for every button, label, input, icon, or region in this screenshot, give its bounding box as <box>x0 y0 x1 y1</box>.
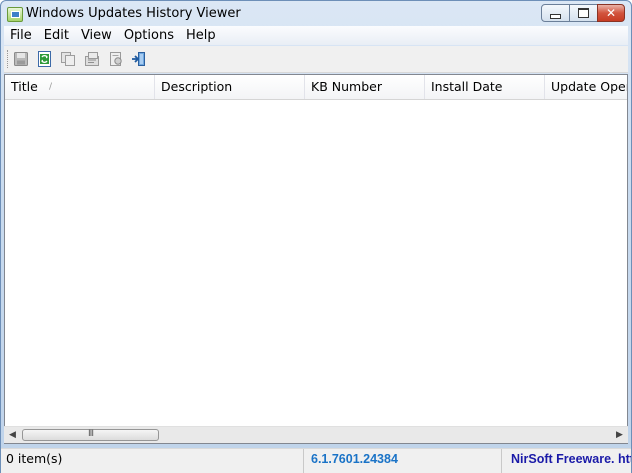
menu-help[interactable]: Help <box>180 26 222 45</box>
column-install-date-label: Install Date <box>431 79 503 94</box>
window-title: Windows Updates History Viewer <box>26 6 241 21</box>
status-bar: 0 item(s) 6.1.7601.24384 NirSoft Freewar… <box>1 448 631 473</box>
app-icon[interactable] <box>7 7 23 22</box>
toolbar <box>4 46 628 73</box>
menu-file[interactable]: File <box>4 26 38 45</box>
column-header-title[interactable]: Title / <box>5 75 155 99</box>
refresh-button[interactable] <box>37 51 53 67</box>
column-header-update-operation[interactable]: Update Operation <box>545 75 628 99</box>
scroll-right-arrow[interactable]: ▶ <box>611 427 628 444</box>
app-window: Windows Updates History Viewer ✕ File Ed… <box>0 0 632 473</box>
menu-bar: File Edit View Options Help <box>4 26 628 45</box>
menu-options[interactable]: Options <box>118 26 180 45</box>
close-icon: ✕ <box>605 6 617 20</box>
save-button[interactable] <box>13 51 29 67</box>
status-item-count: 0 item(s) <box>1 449 304 473</box>
nirsoft-link[interactable]: NirSoft Freeware. http://www.nirsoft.net <box>502 449 631 473</box>
column-update-operation-label: Update Operation <box>551 79 628 94</box>
properties-button[interactable] <box>84 51 100 67</box>
title-bar[interactable]: Windows Updates History Viewer ✕ <box>1 1 631 27</box>
minimize-button[interactable] <box>541 4 570 22</box>
menu-view[interactable]: View <box>75 26 118 45</box>
save-icon <box>14 52 28 66</box>
updates-list[interactable]: Title / Description KB Number Install Da… <box>4 74 628 444</box>
scroll-left-arrow[interactable]: ◀ <box>4 427 21 444</box>
maximize-icon <box>578 8 589 18</box>
column-kb-number-label: KB Number <box>311 79 382 94</box>
status-version: 6.1.7601.24384 <box>304 449 502 473</box>
html-report-icon <box>110 52 122 66</box>
copy-button[interactable] <box>60 51 76 67</box>
column-header-install-date[interactable]: Install Date <box>425 75 545 99</box>
toolbar-grip[interactable] <box>7 50 10 68</box>
horizontal-scrollbar[interactable]: ◀ III ▶ <box>4 426 628 443</box>
column-description-label: Description <box>161 79 233 94</box>
caption-buttons: ✕ <box>541 4 625 22</box>
scroll-thumb[interactable]: III <box>22 429 159 441</box>
column-title-label: Title <box>11 79 38 94</box>
exit-icon <box>132 52 145 66</box>
close-button[interactable]: ✕ <box>597 4 625 22</box>
column-header-kb-number[interactable]: KB Number <box>305 75 425 99</box>
menu-edit[interactable]: Edit <box>38 26 75 45</box>
properties-icon <box>85 52 99 66</box>
copy-icon <box>61 52 75 66</box>
refresh-icon <box>38 51 51 67</box>
list-header: Title / Description KB Number Install Da… <box>5 75 628 100</box>
maximize-button[interactable] <box>569 4 598 22</box>
html-report-button[interactable] <box>108 51 124 67</box>
column-header-description[interactable]: Description <box>155 75 305 99</box>
exit-button[interactable] <box>131 51 147 67</box>
sort-ascending-icon: / <box>49 82 53 92</box>
minimize-icon <box>550 13 561 19</box>
